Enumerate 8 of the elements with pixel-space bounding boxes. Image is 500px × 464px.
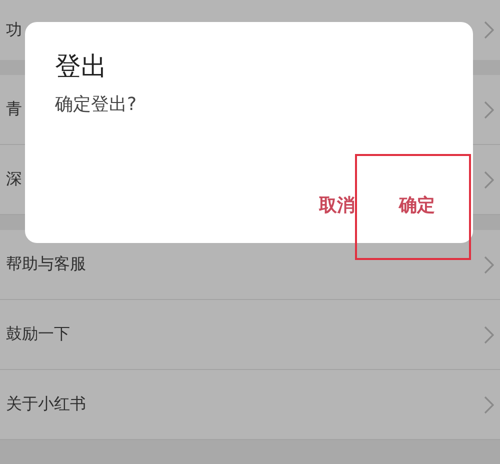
dialog-title: 登出	[55, 52, 108, 82]
row-label: 关于小红书	[6, 394, 86, 415]
row-label: 帮助与客服	[6, 254, 86, 275]
row-label: 青	[6, 99, 22, 120]
row-label: 鼓励一下	[6, 324, 70, 345]
row-label: 功	[6, 20, 22, 40]
dialog-message: 确定登出?	[55, 93, 138, 116]
row-label: 深	[6, 169, 22, 190]
